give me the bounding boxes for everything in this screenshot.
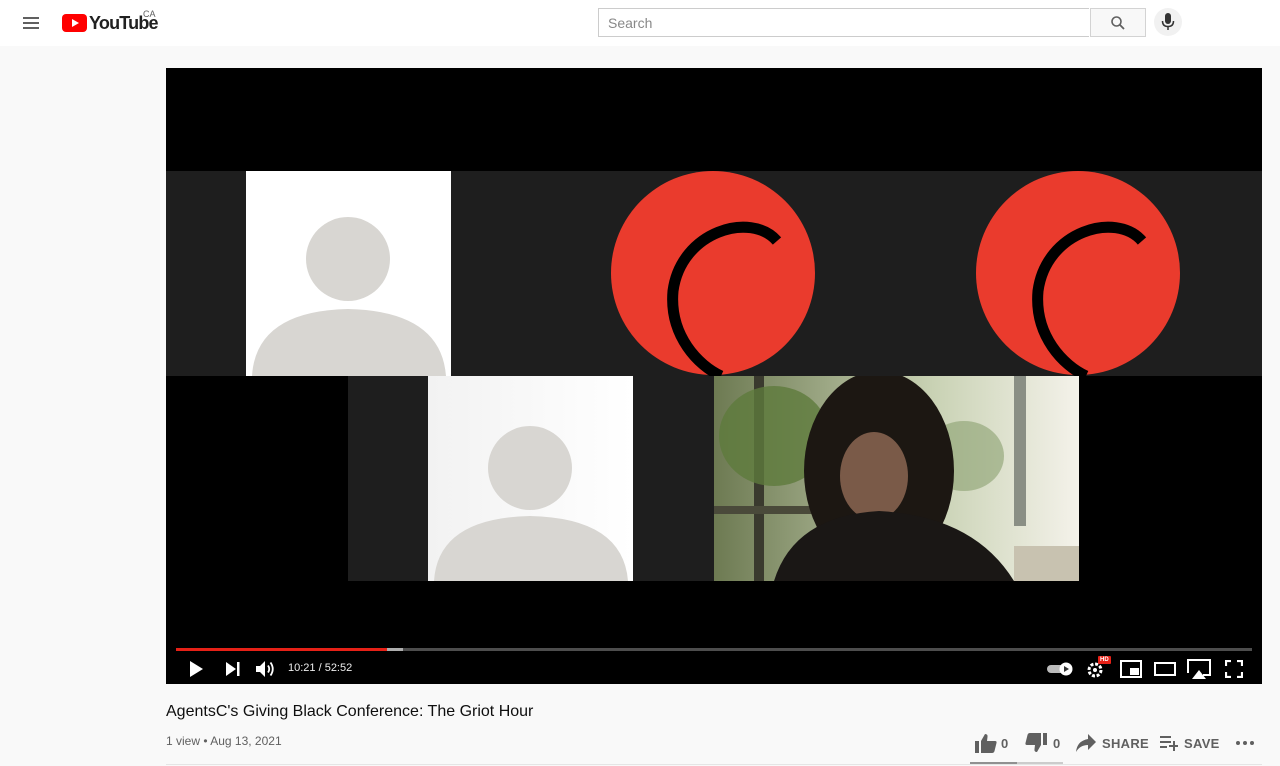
autoplay-toggle[interactable] <box>1046 657 1074 681</box>
playlist-add-icon <box>1160 736 1178 751</box>
dislike-button[interactable]: 0 <box>1025 731 1060 755</box>
participant-logo-tile <box>976 171 1181 376</box>
next-button[interactable] <box>222 657 244 681</box>
video-title: AgentsC's Giving Black Conference: The G… <box>166 703 534 720</box>
time-display: 10:21 / 52:52 <box>288 662 353 674</box>
divider <box>166 764 1262 765</box>
participant-avatar-placeholder <box>246 171 451 376</box>
dislike-count: 0 <box>1053 735 1061 751</box>
theater-mode-button[interactable] <box>1153 657 1177 681</box>
save-label: SAVE <box>1184 735 1220 751</box>
cast-icon <box>1187 659 1211 679</box>
participant-avatar-placeholder <box>428 376 633 581</box>
video-player[interactable]: 10:21 / 52:52 HD <box>166 68 1262 684</box>
volume-icon <box>256 661 274 677</box>
progress-bar[interactable] <box>176 648 1252 651</box>
sentiment-bar <box>970 762 1063 764</box>
play-icon <box>190 661 203 677</box>
theater-icon <box>1154 662 1176 676</box>
search-button[interactable] <box>1090 8 1146 37</box>
autoplay-toggle-icon <box>1047 662 1073 676</box>
country-code: CA <box>143 9 156 19</box>
participant-logo-tile <box>611 171 816 376</box>
like-count: 0 <box>1001 735 1009 751</box>
masthead: YouTube CA <box>0 0 1280 46</box>
fullscreen-icon <box>1225 660 1243 678</box>
youtube-play-logo-icon <box>62 14 87 32</box>
hd-badge: HD <box>1098 656 1111 664</box>
participant-camera-feed <box>714 376 1079 581</box>
mute-button[interactable] <box>254 657 278 681</box>
sentiment-like-fill <box>970 762 1017 764</box>
play-button[interactable] <box>184 657 208 681</box>
search-box <box>598 8 1089 37</box>
video-meta: 1 view • Aug 13, 2021 <box>166 734 282 748</box>
thumbs-down-icon <box>1025 733 1047 752</box>
cast-button[interactable] <box>1187 657 1211 681</box>
miniplayer-button[interactable] <box>1119 657 1143 681</box>
thumbs-up-icon <box>975 734 997 753</box>
share-icon <box>1076 734 1096 752</box>
settings-button[interactable]: HD <box>1084 656 1111 681</box>
search-icon <box>1111 15 1125 30</box>
miniplayer-icon <box>1120 660 1142 678</box>
voice-search-button[interactable] <box>1154 8 1182 36</box>
next-icon <box>226 662 240 676</box>
more-horiz-icon <box>1236 741 1254 745</box>
fullscreen-button[interactable] <box>1222 657 1246 681</box>
menu-icon[interactable] <box>20 12 42 34</box>
like-button[interactable]: 0 <box>975 731 1008 755</box>
player-controls: 10:21 / 52:52 HD <box>166 654 1262 684</box>
played-bar <box>176 648 387 651</box>
share-button[interactable]: SHARE <box>1076 731 1149 755</box>
save-button[interactable]: SAVE <box>1160 731 1220 755</box>
mic-icon <box>1161 13 1175 30</box>
share-label: SHARE <box>1102 735 1150 751</box>
more-actions-button[interactable] <box>1235 731 1255 755</box>
search-input[interactable] <box>599 9 1089 36</box>
